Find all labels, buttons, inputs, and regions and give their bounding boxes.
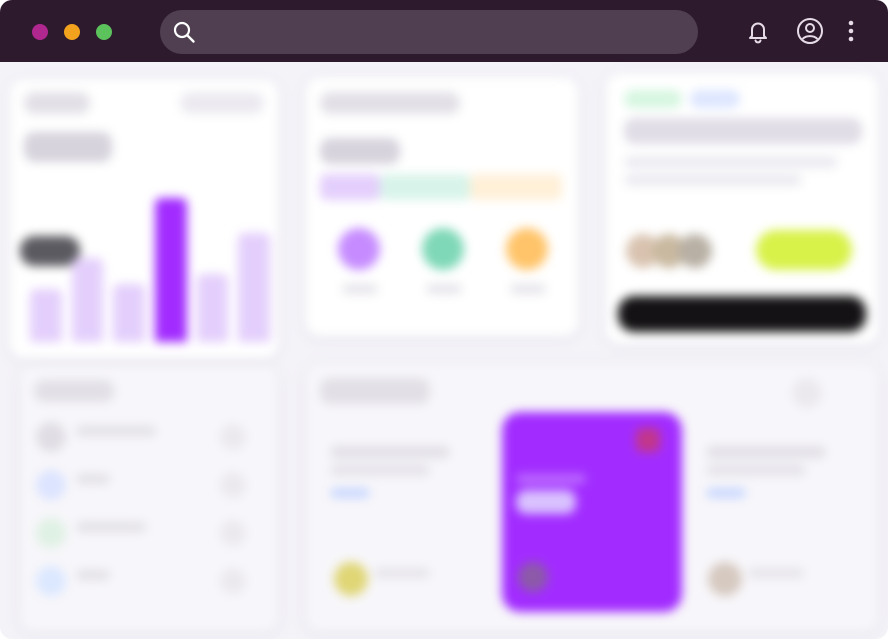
amount-placeholder <box>320 138 400 164</box>
event-avatar <box>334 562 368 596</box>
event-text-placeholder <box>706 446 826 458</box>
promo-card[interactable] <box>606 74 878 344</box>
event-card-badge <box>636 428 660 452</box>
description-placeholder <box>624 174 802 186</box>
minimize-window-button[interactable] <box>64 24 80 40</box>
search-input[interactable] <box>206 18 676 46</box>
list-item-action[interactable] <box>220 424 246 450</box>
list-card[interactable] <box>20 366 278 632</box>
bar <box>113 284 145 342</box>
legend-dot-purple <box>338 228 380 270</box>
list-item-action[interactable] <box>220 568 246 594</box>
more-vertical-icon[interactable] <box>842 17 860 45</box>
list-item-text <box>76 474 110 484</box>
event-text-placeholder <box>330 464 430 476</box>
event-text-placeholder <box>706 464 806 476</box>
event-tag-placeholder <box>706 488 746 498</box>
list-item-action[interactable] <box>220 472 246 498</box>
headline-placeholder <box>624 118 862 144</box>
revenue-card[interactable] <box>10 80 278 358</box>
list-item-text <box>76 522 146 532</box>
progress-segment-teal <box>380 174 470 200</box>
event-meta-placeholder <box>374 568 430 578</box>
event-avatar <box>708 562 742 596</box>
card-title-placeholder <box>320 378 430 404</box>
event-tag-placeholder <box>330 488 370 498</box>
legend-label-placeholder <box>510 284 546 294</box>
tag-placeholder-blue <box>690 90 740 108</box>
legend-dot-orange <box>506 228 548 270</box>
description-placeholder <box>624 156 838 168</box>
card-action-placeholder[interactable] <box>180 92 264 114</box>
list-item-action[interactable] <box>220 520 246 546</box>
legend-label-placeholder <box>426 284 462 294</box>
breakdown-card[interactable] <box>306 78 578 336</box>
bar <box>196 274 229 342</box>
list-item-avatar <box>36 518 66 548</box>
event-meta-placeholder <box>748 568 804 578</box>
bar <box>155 198 187 342</box>
event-text-placeholder <box>330 446 450 458</box>
event-card-text <box>516 474 586 484</box>
event-avatar <box>518 562 548 592</box>
list-item-avatar <box>36 470 66 500</box>
card-title-placeholder <box>320 92 460 114</box>
bell-icon[interactable] <box>744 17 772 45</box>
maximize-window-button[interactable] <box>96 24 112 40</box>
title-bar <box>0 0 888 62</box>
tag-placeholder-green <box>624 90 682 108</box>
list-item-text <box>76 426 156 436</box>
legend-label-placeholder <box>342 284 378 294</box>
event-card-chip <box>516 490 576 514</box>
schedule-card[interactable] <box>306 364 878 632</box>
dashboard-content-blurred <box>0 62 888 639</box>
search-icon[interactable] <box>172 20 196 44</box>
bar <box>238 233 270 342</box>
legend-dot-teal <box>422 228 464 270</box>
bar <box>71 258 104 342</box>
bar-chart <box>30 190 270 342</box>
progress-segment-orange <box>470 174 562 200</box>
progress-segment-purple <box>320 174 380 200</box>
highlight-badge <box>756 230 852 270</box>
list-item-avatar <box>36 566 66 596</box>
list-item-text <box>76 570 110 580</box>
user-circle-icon[interactable] <box>796 17 824 45</box>
avatar <box>678 234 712 268</box>
close-window-button[interactable] <box>32 24 48 40</box>
list-item-avatar <box>36 422 66 452</box>
bar <box>30 289 62 342</box>
card-title-placeholder <box>34 380 114 402</box>
cta-button[interactable] <box>618 296 866 332</box>
app-window <box>0 0 888 639</box>
card-title-placeholder <box>24 92 90 114</box>
amount-placeholder <box>24 132 112 162</box>
dashboard-area <box>0 62 888 639</box>
card-action-placeholder[interactable] <box>792 378 822 408</box>
